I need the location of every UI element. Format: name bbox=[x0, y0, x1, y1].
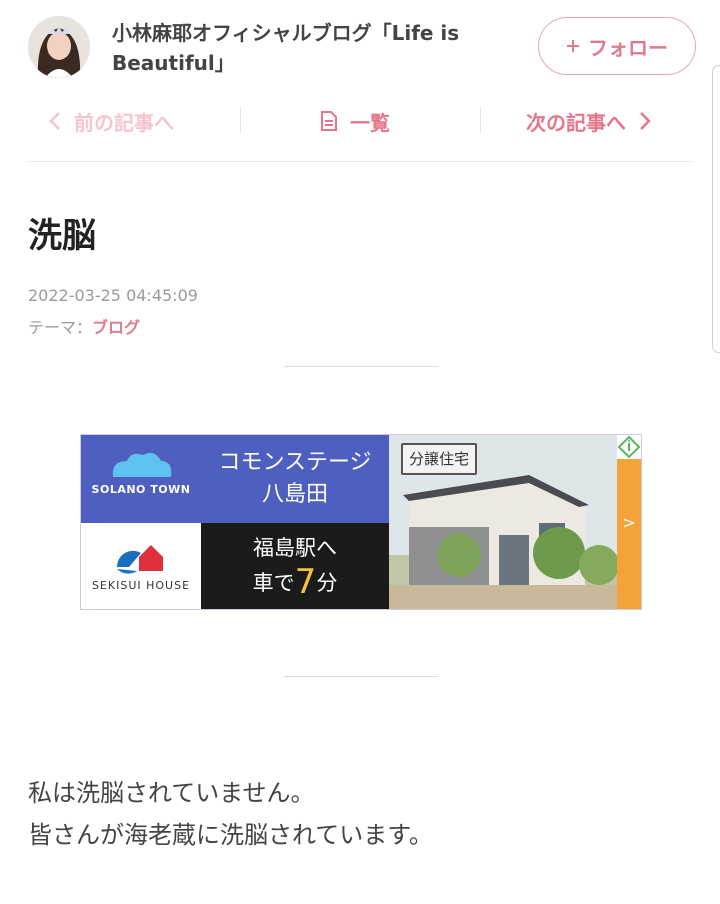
theme-label: テーマ： bbox=[28, 318, 93, 337]
nav-divider bbox=[240, 106, 241, 134]
ad-subcopy-line-2: 車で7分 bbox=[201, 565, 389, 600]
ad-headline: コモンステージ 八島田 bbox=[201, 435, 389, 523]
ad-bottom-rule bbox=[284, 676, 438, 677]
ad-subcopy-line-1: 福島駅へ bbox=[253, 536, 337, 560]
article-list-link[interactable]: 一覧 bbox=[320, 96, 390, 146]
article-list-label: 一覧 bbox=[350, 110, 390, 135]
scrollbar[interactable] bbox=[712, 65, 720, 353]
chevron-right-icon bbox=[640, 112, 651, 130]
ad-subcopy-prefix: 車で bbox=[252, 571, 295, 595]
ad-arrow-label: > bbox=[622, 512, 636, 532]
theme-link[interactable]: ブログ bbox=[92, 318, 140, 337]
entry-body-line: 私は洗脳されていません。 bbox=[28, 779, 315, 807]
ad-headline-line-1: コモンステージ bbox=[218, 450, 372, 475]
header-divider bbox=[28, 161, 692, 162]
entry-date: 2022-03-25 04:45:09 bbox=[28, 286, 198, 305]
prev-article-link[interactable]: 前の記事へ bbox=[48, 96, 174, 146]
solano-town-logo: SOLANO TOWN bbox=[81, 435, 201, 523]
sekisui-house-logo: SEKISUI HOUSE bbox=[81, 523, 201, 609]
follow-button[interactable]: フォロー bbox=[538, 17, 696, 75]
chevron-left-icon bbox=[49, 112, 60, 130]
advertisement-banner[interactable]: SOLANO TOWN コモンステージ 八島田 SEKISUI HOUSE 福島… bbox=[80, 434, 642, 610]
entry-theme: テーマ：ブログ bbox=[28, 314, 140, 338]
ad-top-rule bbox=[284, 366, 438, 367]
ad-headline-line-2: 八島田 bbox=[261, 482, 328, 507]
ad-arrow-button[interactable]: > bbox=[617, 435, 641, 609]
prev-article-label: 前の記事へ bbox=[74, 110, 174, 135]
nav-divider bbox=[480, 106, 481, 134]
entry-body: 私は洗脳されていません。 皆さんが海老蔵に洗脳されています。 bbox=[28, 772, 433, 856]
blog-title[interactable]: 小林麻耶オフィシャルブログ「Life is Beautiful」 bbox=[112, 18, 522, 78]
sekisui-house-text: SEKISUI HOUSE bbox=[91, 579, 191, 592]
entry-body-line: 皆さんが海老蔵に洗脳されています。 bbox=[28, 821, 433, 849]
next-article-link[interactable]: 次の記事へ bbox=[526, 96, 652, 146]
solano-town-text: SOLANO TOWN bbox=[91, 483, 191, 496]
next-article-label: 次の記事へ bbox=[526, 110, 626, 135]
entry-title: 洗脳 bbox=[28, 216, 96, 256]
article-nav: 前の記事へ 一覧 次の記事へ bbox=[28, 96, 692, 146]
follow-label: フォロー bbox=[588, 35, 668, 60]
ad-subcopy-number: 7 bbox=[294, 562, 317, 602]
ad-subcopy: 福島駅へ 車で7分 bbox=[201, 523, 389, 609]
ad-info-icon[interactable] bbox=[617, 435, 641, 459]
ad-badge: 分譲住宅 bbox=[401, 443, 478, 475]
blog-header: 小林麻耶オフィシャルブログ「Life is Beautiful」 フォロー bbox=[0, 0, 720, 100]
plus-icon bbox=[567, 40, 579, 52]
ad-subcopy-suffix: 分 bbox=[316, 571, 338, 595]
blogger-avatar[interactable] bbox=[28, 16, 90, 78]
document-icon bbox=[321, 111, 337, 131]
